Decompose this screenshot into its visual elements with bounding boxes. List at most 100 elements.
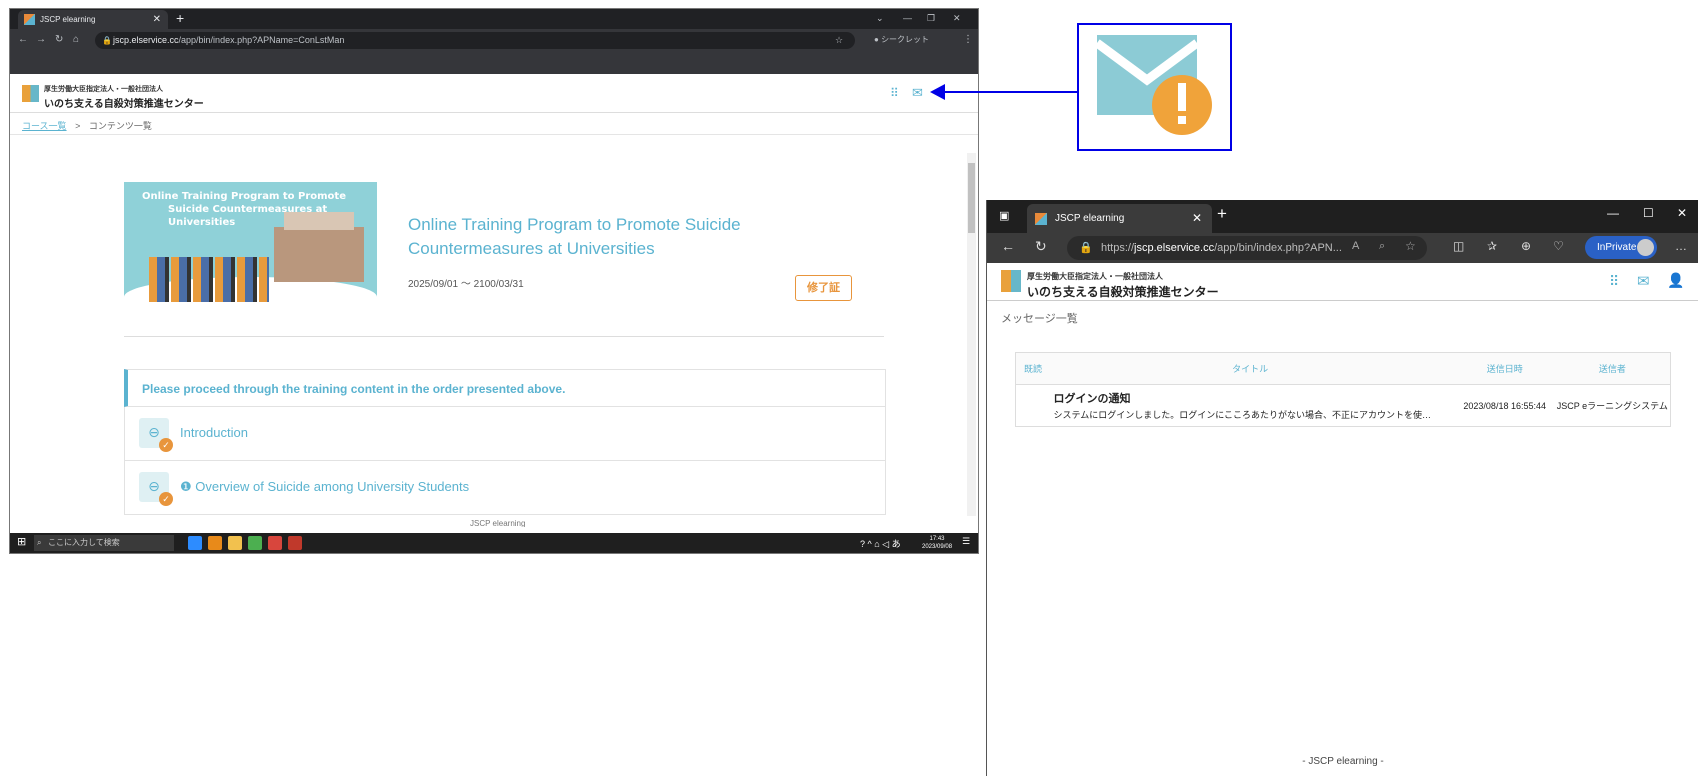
message-title[interactable]: ログインの通知 — [1053, 390, 1454, 406]
read-aloud-icon[interactable]: A — [1352, 240, 1359, 252]
link-icon: ⊖ ✓ — [139, 418, 173, 452]
new-tab-button[interactable]: + — [176, 9, 184, 27]
org-logo — [1001, 270, 1021, 292]
explorer-app-icon[interactable] — [228, 536, 242, 550]
course-banner-image: Online Training Program to Promote Suici… — [124, 182, 377, 315]
reload-icon[interactable]: ↻ — [1035, 238, 1047, 255]
system-tray-icons[interactable]: ? ^ ⌂ ◁ あ — [860, 537, 901, 550]
content-row[interactable]: ⊖ ✓ ❶ Overview of Suicide among Universit… — [124, 461, 886, 515]
header-title: タイトル — [1045, 352, 1455, 385]
title-cell[interactable]: ログインの通知 システムにログインしました。ログインにこころあたりがない場合、不… — [1045, 385, 1454, 427]
notification-icon[interactable]: ☰ — [962, 536, 970, 547]
profile-label: シークレット — [881, 35, 930, 44]
org-name: いのち支える自殺対策推進センター — [1027, 285, 1219, 299]
breadcrumb-link-course-list[interactable]: コース一覧 — [22, 121, 67, 131]
reload-icon[interactable]: ↻ — [55, 34, 63, 45]
close-window-icon[interactable]: ✕ — [1677, 206, 1687, 220]
bookmark-strip — [10, 52, 978, 74]
completed-check-icon: ✓ — [159, 492, 173, 506]
vlc-app-icon[interactable] — [208, 536, 222, 550]
page-footer: - JSCP elearning - — [1302, 756, 1384, 767]
taskbar-search-placeholder: ここに入力して検索 — [48, 538, 120, 547]
windows-start-icon[interactable]: ⊞ — [17, 535, 26, 548]
footer-partial: JSCP elearning — [470, 519, 526, 527]
tab-bar: ▣ JSCP elearning ✕ + — ☐ ✕ — [987, 200, 1698, 233]
taskbar-search[interactable]: ⌕ ここに入力して検索 — [34, 535, 174, 551]
apps-grid-icon[interactable]: ⠿ — [1609, 273, 1619, 290]
clock-date: 2023/09/08 — [922, 544, 953, 550]
chrome-app-icon[interactable] — [248, 536, 262, 550]
zoom-icon[interactable]: ⌕ — [1379, 240, 1385, 253]
profile-avatar — [1637, 239, 1654, 256]
address-bar[interactable]: 🔒 https://jscp.elservice.cc/app/bin/inde… — [1067, 236, 1427, 260]
breadcrumb: コース一覧 > コンテンツ一覧 — [10, 113, 978, 135]
back-icon[interactable]: ← — [18, 34, 28, 45]
content-link-introduction[interactable]: Introduction — [180, 425, 248, 440]
breadcrumb-separator: > — [75, 121, 81, 131]
envelope-alert-icon — [1094, 35, 1212, 135]
close-window-icon[interactable]: ✕ — [953, 13, 961, 24]
more-menu-icon[interactable]: ⋮ — [963, 34, 973, 45]
tab-actions-icon[interactable]: ▣ — [999, 209, 1009, 222]
clock-time: 17:43 — [929, 536, 945, 542]
content-row[interactable]: ⊖ ✓ Introduction — [124, 407, 886, 461]
chrome-incognito-app-icon[interactable] — [268, 536, 282, 550]
back-icon[interactable]: ← — [1001, 238, 1015, 254]
message-alert-icon[interactable]: ✉ — [912, 85, 923, 101]
minimize-icon[interactable]: — — [903, 13, 912, 23]
url-host: jscp.elservice.cc — [1134, 242, 1215, 254]
zoom-app-icon[interactable] — [188, 536, 202, 550]
home-icon[interactable]: ⌂ — [73, 34, 79, 45]
org-subtitle: 厚生労働大臣指定法人・一般社団法人 — [1027, 272, 1163, 281]
new-tab-button[interactable]: + — [1217, 204, 1227, 224]
org-subtitle: 厚生労働大臣指定法人・一般社団法人 — [44, 86, 163, 93]
table-row[interactable]: ログインの通知 システムにログインしました。ログインにこころあたりがない場合、不… — [1016, 385, 1671, 427]
lock-icon: 🔒 — [1079, 242, 1093, 254]
page-title: メッセージ一覧 — [1001, 313, 1078, 325]
clock[interactable]: 17:43 2023/09/08 — [922, 535, 952, 551]
profile-menu[interactable]: ● シークレット — [874, 34, 929, 45]
scrollbar[interactable] — [967, 153, 976, 516]
message-preview: システムにログインしました。ログインにこころあたりがない場合、不正にアカウントを… — [1053, 410, 1432, 420]
tab-close-icon[interactable]: ✕ — [153, 10, 161, 29]
address-bar[interactable]: 🔒 jscp.elservice.cc/app/bin/index.php?AP… — [95, 32, 855, 49]
user-icon[interactable]: 👤 — [1667, 272, 1684, 289]
collections-icon[interactable]: ⊕ — [1521, 239, 1531, 253]
course-dates: 2025/09/01 〜 2100/03/31 — [408, 279, 524, 290]
org-name: いのち支える自殺対策推進センター — [44, 99, 204, 110]
site-header: 厚生労働大臣指定法人・一般社団法人 いのち支える自殺対策推進センター ⠿ ✉ — [10, 75, 978, 113]
favorite-star-icon[interactable]: ☆ — [1405, 239, 1416, 253]
search-icon: ⌕ — [37, 538, 42, 547]
restore-icon[interactable]: ☐ — [1643, 206, 1654, 220]
toolbar: ← ↻ 🔒 https://jscp.elservice.cc/app/bin/… — [987, 233, 1698, 263]
tab-close-icon[interactable]: ✕ — [1192, 204, 1202, 233]
divider — [124, 336, 884, 337]
browser-tab[interactable]: JSCP elearning ✕ — [1027, 204, 1212, 233]
favorites-icon[interactable]: ✰ — [1487, 239, 1497, 253]
table-header-row: 既読 タイトル 送信日時 送信者 — [1015, 352, 1671, 385]
message-table: 既読 タイトル 送信日時 送信者 ログインの通知 システムにログインしました。ロ… — [1015, 352, 1671, 427]
tab-title: JSCP elearning — [40, 15, 96, 24]
url-host: jscp.elservice.cc — [113, 35, 179, 45]
app-icon[interactable] — [288, 536, 302, 550]
browser-essentials-icon[interactable]: ♡ — [1553, 239, 1564, 253]
apps-grid-icon[interactable]: ⠿ — [890, 86, 899, 100]
restore-icon[interactable]: ❐ — [927, 13, 935, 24]
more-menu-icon[interactable]: … — [1675, 239, 1687, 253]
header-sender: 送信者 — [1554, 352, 1671, 385]
forward-icon[interactable]: → — [36, 34, 46, 45]
message-icon[interactable]: ✉ — [1637, 272, 1650, 290]
course-title: Online Training Program to Promote Suici… — [408, 215, 741, 258]
browser-tab[interactable]: JSCP elearning ✕ — [18, 10, 168, 29]
tab-search-icon[interactable]: ⌄ — [876, 13, 884, 24]
link-icon: ⊖ ✓ — [139, 472, 173, 506]
certificate-button[interactable]: 修了証 — [795, 275, 852, 301]
split-screen-icon[interactable]: ◫ — [1453, 239, 1464, 253]
scrollbar-thumb[interactable] — [968, 163, 975, 233]
content-link-overview[interactable]: ❶ Overview of Suicide among University S… — [180, 479, 469, 495]
bookmark-star-icon[interactable]: ☆ — [835, 32, 843, 49]
minimize-icon[interactable]: — — [1607, 206, 1619, 220]
banner-building — [274, 227, 364, 282]
inprivate-badge[interactable]: InPrivate — [1585, 236, 1657, 259]
site-favicon-icon — [24, 14, 35, 25]
